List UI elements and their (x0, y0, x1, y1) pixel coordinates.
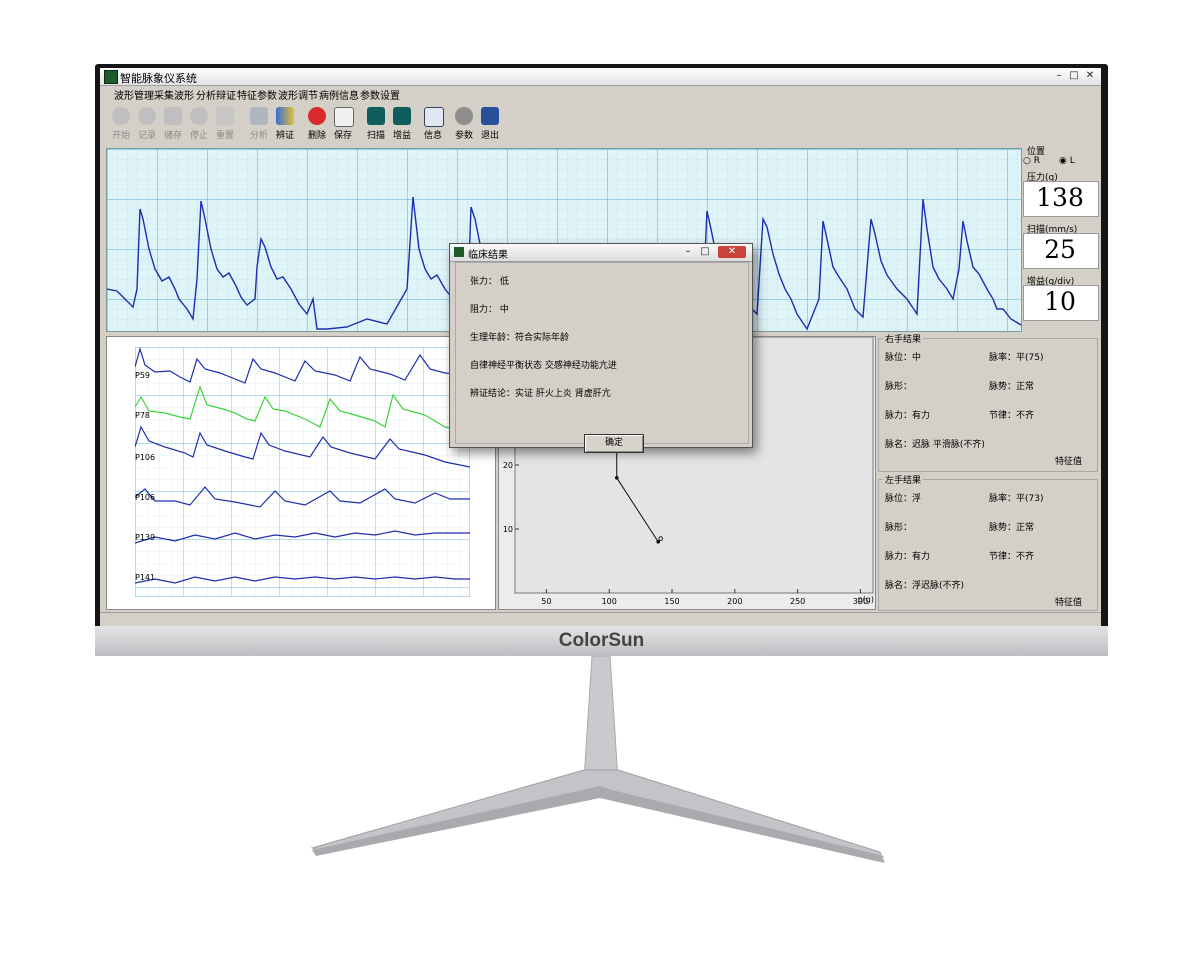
close-button[interactable]: ✕ (1083, 70, 1097, 82)
right-result-title: 右手结果 (883, 332, 924, 345)
right-pulse-shape: 脉形： (885, 382, 913, 392)
chart-point (656, 540, 660, 544)
left-pulse-position: 脉位：浮 (885, 494, 922, 504)
right-pulse-name: 脉名：迟脉 平滑脉(不齐) (885, 440, 985, 450)
wave-label-p141: P141 (135, 573, 156, 582)
gain-icon (393, 107, 411, 125)
scan-icon (367, 107, 385, 125)
title-bar: 智能脉象仪系统 – □ ✕ (100, 68, 1101, 86)
menu-features[interactable]: 特征参数 (237, 87, 277, 102)
left-pulse-rate: 脉率：平(73) (989, 494, 1044, 504)
x-tick-label: 200 (727, 597, 742, 606)
wave-label-p106b: P106 (135, 493, 156, 502)
info-button[interactable]: 信息 (420, 106, 446, 142)
diagnosis-conclusion: 辨证结论：实证 肝火上炎 肾虚肝亢 (470, 389, 611, 399)
y-tick-label: 20 (503, 461, 513, 470)
right-pulse-position: 脉位：中 (885, 353, 922, 363)
save-icon (334, 107, 354, 127)
dialog-title: 临床结果 (468, 250, 508, 261)
left-rhythm: 节律：不齐 (989, 552, 1035, 562)
dialog-title-bar: 临床结果 – □ ✕ (450, 244, 752, 262)
left-pulse-name: 脉名：浮迟脉(不齐) (885, 581, 965, 591)
chart-point (614, 476, 619, 480)
start-icon (112, 107, 130, 125)
x-axis-label: p(g) (858, 595, 874, 604)
physiological-age: 生理年龄：符合实际年龄 (470, 333, 570, 343)
differentiate-button[interactable]: 辨证 (272, 106, 298, 142)
record-icon (138, 107, 156, 125)
right-info-panel: 位置 ○ R ◉ L 压力(g) 138 扫描(mm/s) 25 增益(g/di… (1021, 144, 1101, 334)
menu-acquire-wave[interactable]: 采集波形 (154, 87, 194, 102)
window-title: 智能脉象仪系统 (120, 72, 197, 85)
wave-label-p139: P139 (135, 533, 156, 542)
reset-button[interactable]: 重置 (212, 106, 238, 142)
maximize-button[interactable]: □ (1067, 70, 1081, 82)
delete-icon (308, 107, 326, 125)
multi-wave-plot (134, 346, 471, 598)
brand-logo: ColorSun (558, 630, 645, 651)
resistance-result: 阻力： 中 (470, 305, 509, 315)
scan-value: 25 (1044, 235, 1076, 264)
settings-icon (455, 107, 473, 125)
right-pulse-trend: 脉势：正常 (989, 382, 1035, 392)
dialog-minimize-button[interactable]: – (681, 246, 695, 258)
menu-analyze[interactable]: 分析辩证 (196, 87, 236, 102)
radio-l-icon: ◉ (1059, 156, 1067, 166)
exit-button[interactable]: 退出 (477, 106, 503, 142)
left-result-title: 左手结果 (883, 473, 924, 486)
pressure-value: 138 (1036, 183, 1084, 212)
tension-result: 张力： 低 (470, 277, 509, 287)
position-radio-l[interactable]: ◉ L (1059, 156, 1075, 166)
right-feature-value[interactable]: 特征值 (1055, 454, 1082, 467)
menu-case-info[interactable]: 病例信息 (319, 87, 359, 102)
dialog-body: 张力： 低 阻力： 中 生理年龄：符合实际年龄 自律神经平衡状态 交感神经功能亢… (455, 262, 749, 453)
clinical-result-dialog: 临床结果 – □ ✕ 张力： 低 阻力： 中 生理年龄：符合实际年龄 自律神经平… (449, 243, 753, 453)
wave-label-p59: P59 (135, 371, 151, 380)
menu-wave-adjust[interactable]: 波形调节 (278, 87, 318, 102)
monitor-chin: ColorSun (95, 626, 1108, 656)
multi-pressure-waveforms: P59 P78 P106 P106 P139 P141 (106, 336, 496, 610)
menu-waveform-manage[interactable]: 波形管理 (114, 87, 154, 102)
position-radio-r[interactable]: ○ R (1023, 156, 1040, 166)
menu-bar: 波形管理 采集波形 分析辩证 特征参数 波形调节 病例信息 参数设置 (100, 86, 1101, 102)
chart-icon (276, 107, 294, 125)
dialog-app-icon (454, 247, 464, 257)
right-pulse-force: 脉力：有力 (885, 411, 931, 421)
right-hand-result-panel: 右手结果 脉位：中 脉率：平(75) 脉形： 脉势：正常 脉力：有力 节律：不齐… (878, 332, 1098, 472)
minimize-button[interactable]: – (1052, 70, 1066, 82)
y-tick-label: 10 (503, 525, 513, 534)
wave-label-p106a: P106 (135, 453, 156, 462)
gain-button[interactable]: 增益 (389, 106, 415, 142)
x-tick-label: 100 (602, 597, 617, 606)
autonomic-nerve-state: 自律神经平衡状态 交感神经功能亢进 (470, 361, 617, 371)
x-tick-label: 150 (664, 597, 679, 606)
left-pulse-trend: 脉势：正常 (989, 523, 1035, 533)
app-icon (104, 70, 118, 84)
stop-icon (190, 107, 208, 125)
reset-icon (216, 107, 234, 125)
menu-settings[interactable]: 参数设置 (360, 87, 400, 102)
radio-r-icon: ○ (1023, 156, 1031, 166)
left-pulse-force: 脉力：有力 (885, 552, 931, 562)
left-feature-value[interactable]: 特征值 (1055, 595, 1082, 608)
dialog-maximize-button[interactable]: □ (698, 246, 712, 258)
x-tick-label: 50 (541, 597, 551, 606)
right-rhythm: 节律：不齐 (989, 411, 1035, 421)
analyze-icon (250, 107, 268, 125)
right-pulse-rate: 脉率：平(75) (989, 353, 1044, 363)
info-icon (424, 107, 444, 127)
exit-icon (481, 107, 499, 125)
disk-icon (164, 107, 182, 125)
chart-point (658, 536, 664, 541)
wave-label-p78: P78 (135, 411, 151, 420)
toolbar: 开始 记录 储存 停止 重置 分析 辨证 删除 保存 扫描 增益 信息 参数 退… (100, 104, 1101, 142)
gain-value: 10 (1044, 287, 1076, 316)
dialog-close-button[interactable]: ✕ (718, 246, 746, 258)
left-pulse-shape: 脉形： (885, 523, 913, 533)
x-tick-label: 250 (790, 597, 805, 606)
save-button[interactable]: 保存 (330, 106, 356, 142)
left-hand-result-panel: 左手结果 脉位：浮 脉率：平(73) 脉形： 脉势：正常 脉力：有力 节律：不齐… (878, 473, 1098, 611)
ok-button[interactable]: 确定 (584, 434, 644, 453)
status-bar (100, 612, 1101, 626)
